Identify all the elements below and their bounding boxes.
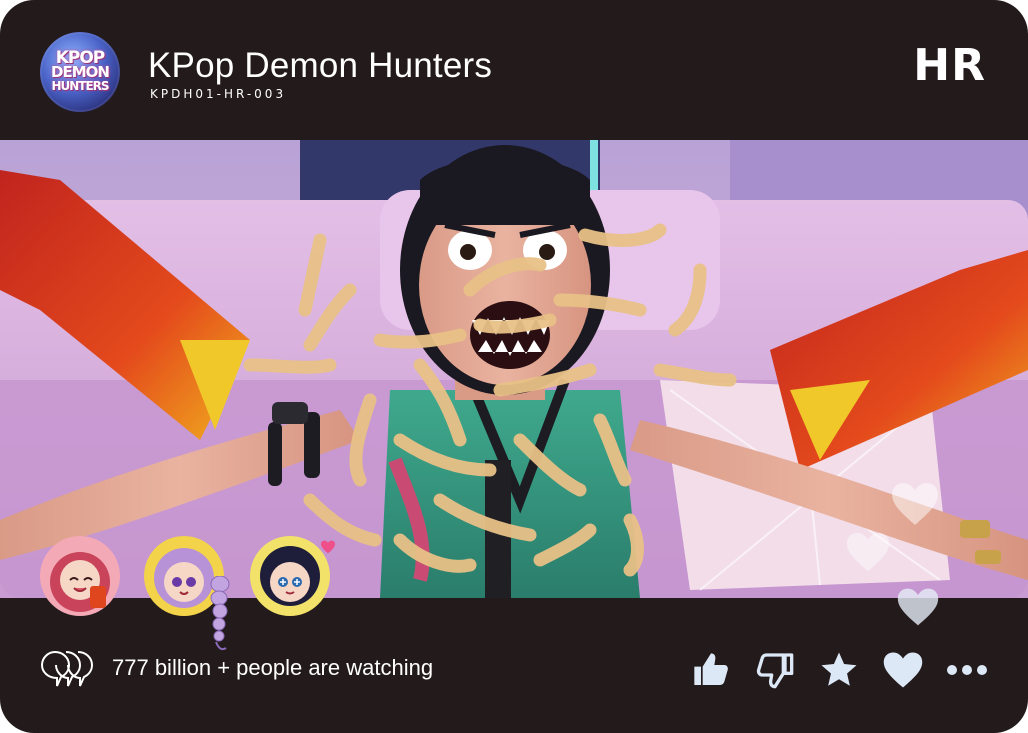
avatar-dark-hair-image <box>250 536 330 616</box>
heart-icon <box>883 652 923 688</box>
more-icon <box>947 665 987 675</box>
brand-logo[interactable]: KPOP DEMON HUNTERS <box>40 32 120 112</box>
more-button[interactable] <box>946 649 988 691</box>
item-code: KPDH01-HR-003 <box>150 87 287 101</box>
floating-heart-icon <box>892 483 938 525</box>
logo-line-2: DEMON <box>51 63 110 81</box>
logo-line-3: HUNTERS <box>51 79 109 93</box>
floating-heart-icon <box>846 532 890 572</box>
love-button[interactable] <box>882 649 924 691</box>
media-card: KPOP DEMON HUNTERS KPop Demon Hunters KP… <box>0 0 1028 733</box>
star-icon <box>821 652 857 686</box>
floating-heart-icon <box>897 588 939 626</box>
braid-image <box>210 576 230 651</box>
like-button[interactable] <box>690 649 732 691</box>
avatar[interactable] <box>250 536 330 616</box>
page-title: KPop Demon Hunters <box>148 46 493 85</box>
scene-image <box>0 140 1028 598</box>
dislike-button[interactable] <box>754 649 796 691</box>
viewer-avatars <box>40 536 360 656</box>
avatar-pink-hair-image <box>40 536 120 616</box>
viewer-count: 777 billion + people are watching <box>112 655 434 680</box>
action-bar <box>690 645 988 695</box>
thumbs-up-icon <box>694 653 728 685</box>
viewers-icon <box>40 650 94 687</box>
thumbs-down-icon <box>756 653 794 689</box>
small-heart-icon <box>321 540 335 554</box>
favorite-button[interactable] <box>818 649 860 691</box>
avatar[interactable] <box>40 536 120 616</box>
rarity-badge: HR <box>913 40 986 91</box>
